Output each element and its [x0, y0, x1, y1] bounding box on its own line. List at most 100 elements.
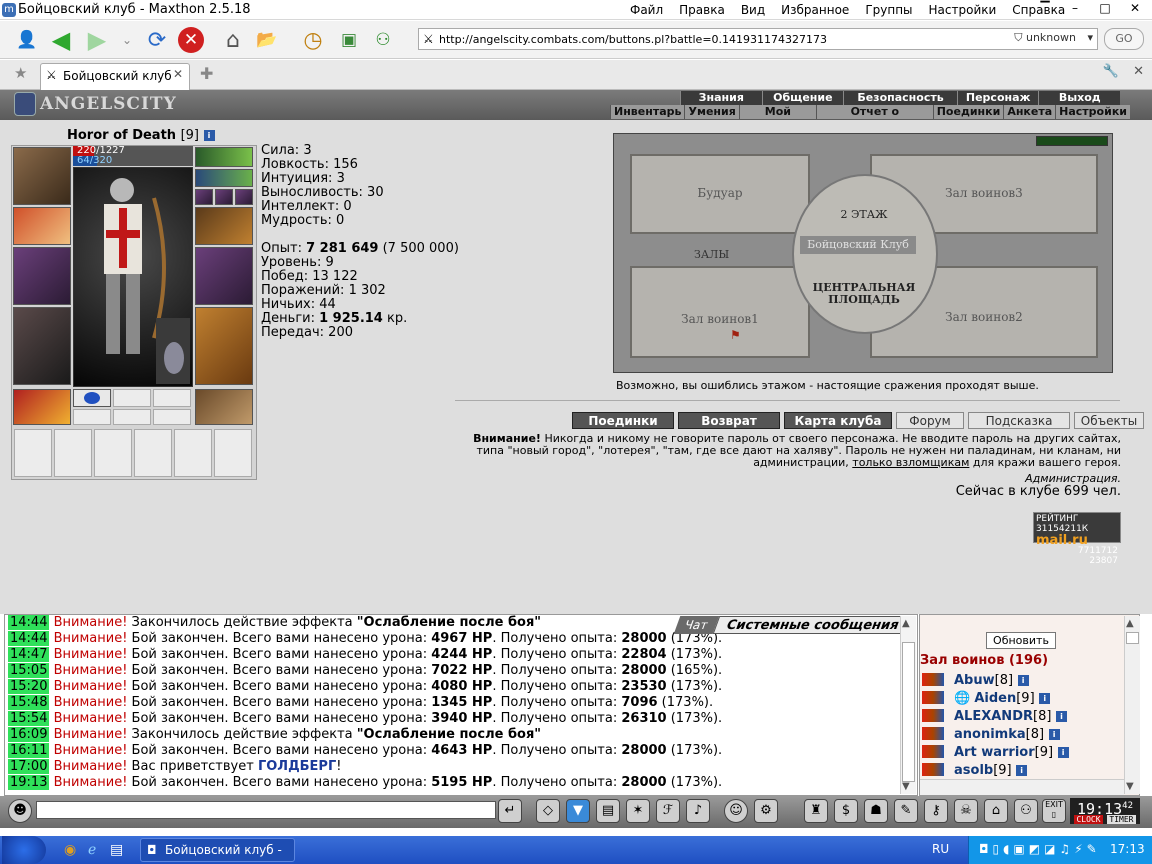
filter-icon[interactable]: ▼: [566, 799, 590, 823]
mask-icon[interactable]: ☗: [864, 799, 888, 823]
scroll-thumb[interactable]: [1126, 632, 1139, 644]
chat-timestamp[interactable]: 17:00: [8, 759, 50, 774]
brawl-icon[interactable]: ☠: [954, 799, 978, 823]
nav-security[interactable]: Безопасность: [843, 91, 957, 105]
menu-settings[interactable]: Настройки: [929, 3, 997, 17]
bracers-slot[interactable]: [13, 207, 71, 245]
maximize-icon[interactable]: □: [1094, 1, 1116, 15]
save-log-icon[interactable]: ▤: [596, 799, 620, 823]
nav-knowledge[interactable]: Знания: [680, 91, 762, 105]
attack-icon[interactable]: [922, 727, 944, 740]
star-icon[interactable]: ★: [14, 64, 27, 82]
pants-slot[interactable]: [195, 307, 253, 385]
chat-timestamp[interactable]: 16:09: [8, 727, 50, 742]
objects-button[interactable]: Объекты: [1074, 412, 1144, 429]
home-icon[interactable]: ⌂: [220, 27, 246, 53]
ring-slot-1[interactable]: [195, 189, 213, 205]
empty-slot[interactable]: [73, 409, 111, 425]
attack-icon[interactable]: [922, 763, 944, 776]
scroll-down-icon[interactable]: ▼: [902, 781, 910, 792]
scroll-slot[interactable]: [94, 429, 132, 477]
floor2-label[interactable]: 2 ЭТАЖ: [819, 208, 909, 221]
address-url[interactable]: http://angelscity.combats.com/buttons.pl…: [439, 33, 827, 46]
chat-log[interactable]: 14:44 Внимание! Закончилось действие эфф…: [4, 614, 918, 796]
info-icon[interactable]: i: [1017, 675, 1029, 686]
user-list-item[interactable]: Abuw[8] i: [922, 672, 1029, 690]
ring-slot-2[interactable]: [215, 189, 233, 205]
user-list-item[interactable]: 🌐 Aiden[9] i: [922, 690, 1051, 708]
boots-slot[interactable]: [195, 389, 253, 425]
chat-timestamp[interactable]: 15:54: [8, 711, 50, 726]
chat-timestamp[interactable]: 14:44: [8, 631, 50, 646]
language-indicator[interactable]: RU: [932, 842, 949, 856]
address-bar[interactable]: ⚔ http://angelscity.combats.com/buttons.…: [418, 28, 1098, 50]
money-bag-icon[interactable]: $: [834, 799, 858, 823]
chat-nick[interactable]: ГОЛДБЕРГ: [258, 759, 336, 774]
info-icon[interactable]: i: [1048, 729, 1060, 740]
chat-timestamp[interactable]: 14:44: [8, 615, 50, 630]
weapon-bow-slot[interactable]: [13, 247, 71, 305]
central-square[interactable]: [792, 174, 938, 334]
smiley-menu-icon[interactable]: ☻: [8, 799, 32, 823]
scroll-thumb[interactable]: [902, 642, 915, 782]
tab-close-icon[interactable]: ✕: [173, 67, 183, 81]
restore-icon[interactable]: ▔: [1034, 1, 1056, 15]
exit-button[interactable]: EXIT ▯: [1042, 799, 1066, 823]
user-list-item[interactable]: anonimka[8] i: [922, 726, 1060, 744]
scroll-slot[interactable]: [14, 429, 52, 477]
nav-character[interactable]: Персонаж: [956, 91, 1039, 105]
user-list-item[interactable]: asolb[9] i: [922, 762, 1028, 778]
tab-system-messages[interactable]: Системные сообщения: [712, 616, 913, 634]
info-icon[interactable]: i: [203, 130, 215, 141]
empty-slot[interactable]: [113, 409, 151, 425]
sound-icon[interactable]: ♪: [686, 799, 710, 823]
menu-view[interactable]: Вид: [741, 3, 765, 17]
club-map-button[interactable]: Карта клуба: [784, 412, 892, 429]
info-icon[interactable]: i: [1016, 765, 1028, 776]
forum-button[interactable]: Форум: [896, 412, 964, 429]
gloves-slot[interactable]: [195, 207, 253, 245]
nav-settings[interactable]: Настройки: [1055, 105, 1130, 119]
menu-groups[interactable]: Группы: [865, 3, 912, 17]
info-icon[interactable]: i: [1055, 711, 1067, 722]
dancer-icon[interactable]: ✶: [626, 799, 650, 823]
nav-communication[interactable]: Общение: [761, 91, 844, 105]
chat-timestamp[interactable]: 15:05: [8, 663, 50, 678]
close-tab-icon[interactable]: ✕: [1133, 64, 1144, 79]
empty-slot[interactable]: [113, 389, 151, 407]
go-button[interactable]: GO: [1104, 28, 1144, 50]
scroll-icon[interactable]: ✎: [894, 799, 918, 823]
info-icon[interactable]: i: [1039, 693, 1051, 704]
smiles-icon[interactable]: ☺: [724, 799, 748, 823]
user-list-item[interactable]: ALEXANDR[8] i: [922, 708, 1067, 726]
nav-inventory[interactable]: Инвентарь: [610, 105, 684, 119]
stop-icon[interactable]: ✕: [178, 27, 204, 53]
users-icon[interactable]: ⚇: [370, 27, 396, 53]
chat-timestamp[interactable]: 19:13: [8, 775, 50, 790]
user-icon[interactable]: 👤: [14, 27, 40, 53]
users-scrollbar[interactable]: ▲ ▼: [1124, 616, 1140, 794]
return-button[interactable]: Возврат: [678, 412, 780, 429]
attack-icon[interactable]: [922, 709, 944, 722]
scroll-up-icon[interactable]: ▲: [1126, 618, 1134, 629]
nav-scroll[interactable]: Мой Скролл: [738, 105, 816, 132]
empty-slot[interactable]: [153, 389, 191, 407]
empty-slot[interactable]: [153, 409, 191, 425]
nav-exit[interactable]: Выход: [1038, 91, 1120, 105]
character-portrait[interactable]: [73, 167, 193, 387]
belt-slot[interactable]: [13, 389, 71, 425]
users-hscrollbar[interactable]: [920, 779, 1124, 795]
quiver-slot[interactable]: [195, 247, 253, 305]
refresh-icon[interactable]: ⟳: [144, 27, 170, 53]
attack-icon[interactable]: [922, 745, 944, 758]
tray-icons[interactable]: ◘▯◖▣◩◪♫⚡✎: [979, 842, 1101, 856]
menu-favorites[interactable]: Избранное: [781, 3, 849, 17]
groups-icon[interactable]: ▣: [336, 27, 362, 53]
ie-icon[interactable]: ℯ: [88, 842, 96, 858]
media-icon[interactable]: ▤: [110, 842, 123, 858]
font-icon[interactable]: ℱ: [656, 799, 680, 823]
armor-slot[interactable]: [13, 307, 71, 385]
scroll-slot[interactable]: [134, 429, 172, 477]
duels-button[interactable]: Поединки: [572, 412, 674, 429]
chat-scrollbar[interactable]: ▲ ▼: [900, 616, 916, 794]
